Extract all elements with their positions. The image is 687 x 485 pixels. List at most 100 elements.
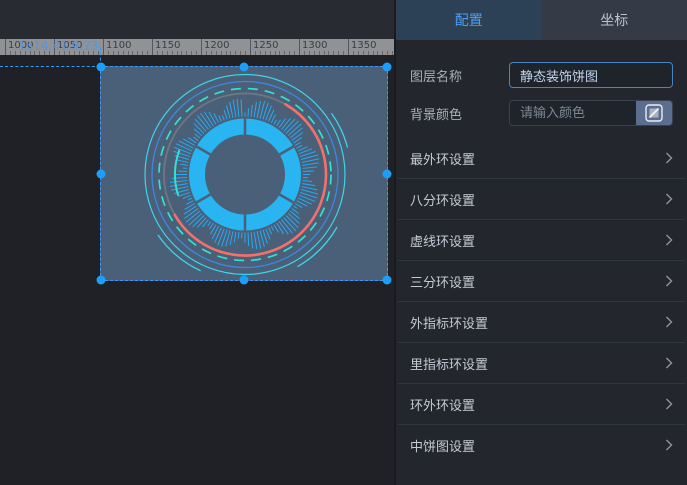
ruler-minor-tick [245, 51, 246, 55]
cursor-coordinate-readout: 1514.41,9.73 [18, 40, 98, 53]
ruler-minor-tick [368, 51, 369, 55]
ruler-minor-tick [98, 51, 99, 55]
indicator-tick [180, 164, 188, 165]
field-group: 图层名称 背景颜色 [396, 40, 687, 138]
indicator-tick [290, 128, 303, 138]
indicator-tick [179, 141, 193, 148]
chevron-right-icon [665, 275, 673, 287]
chevron-right-icon [665, 234, 673, 246]
indicator-tick [238, 232, 239, 238]
ruler-minor-tick [108, 51, 109, 55]
ruler-minor-tick [382, 51, 383, 55]
indicator-tick [303, 171, 314, 172]
indicator-tick [294, 206, 298, 208]
selection-resize-handle[interactable] [97, 276, 106, 285]
ruler-minor-tick [255, 51, 256, 55]
indicator-tick [224, 110, 227, 119]
selection-resize-handle[interactable] [240, 63, 249, 72]
section-label: 外指标环设置 [410, 313, 488, 332]
indicator-tick [302, 159, 320, 163]
section-item[interactable]: 外指标环设置 [398, 302, 685, 343]
section-item[interactable]: 虚线环设置 [398, 220, 685, 261]
ruler-major-tick [250, 39, 251, 55]
indicator-tick [178, 192, 190, 196]
ruler-minor-tick [309, 51, 310, 55]
indicator-tick [195, 134, 200, 138]
indicator-tick [257, 231, 261, 249]
tab-config[interactable]: 配置 [396, 0, 542, 40]
ruler-minor-tick [353, 51, 354, 55]
ruler-minor-tick [270, 51, 271, 55]
indicator-tick [233, 100, 236, 117]
indicator-tick [251, 105, 252, 117]
selection-resize-handle[interactable] [383, 276, 392, 285]
section-item[interactable]: 中饼图设置 [398, 425, 685, 465]
indicator-tick [188, 198, 192, 200]
ruler-minor-tick [328, 51, 329, 55]
indicator-tick [295, 142, 300, 145]
settings-section-list: 最外环设置八分环设置虚线环设置三分环设置外指标环设置里指标环设置环外环设置中饼图… [396, 138, 687, 465]
indicator-tick [222, 115, 224, 120]
indicator-tick [274, 120, 277, 124]
ruler-tick-label: 1150 [155, 40, 180, 51]
indicator-tick [279, 221, 288, 234]
segmented-donut-ring [197, 127, 293, 223]
ruler-minor-tick [260, 51, 261, 55]
background-color-row: 背景颜色 [410, 94, 673, 132]
transparent-color-icon [645, 104, 663, 122]
indicator-tick [302, 187, 317, 190]
section-item[interactable]: 环外环设置 [398, 384, 685, 425]
section-item[interactable]: 八分环设置 [398, 179, 685, 220]
section-item[interactable]: 最外环设置 [398, 138, 685, 179]
indicator-tick [248, 232, 249, 245]
section-label: 最外环设置 [410, 149, 475, 168]
design-canvas[interactable]: 10001050110011501200125013001350 1514.41… [0, 0, 394, 485]
ruler-minor-tick [181, 51, 182, 55]
indicator-tick [193, 216, 204, 227]
ruler-minor-tick [157, 51, 158, 55]
indicator-tick [230, 231, 233, 245]
section-item[interactable]: 三分环设置 [398, 261, 685, 302]
indicator-tick [183, 139, 195, 146]
section-label: 虚线环设置 [410, 231, 475, 250]
ruler-major-tick [5, 39, 6, 55]
ruler-major-tick [201, 39, 202, 55]
selection-resize-handle[interactable] [383, 63, 392, 72]
selection-resize-handle[interactable] [383, 169, 392, 178]
selected-layer-pie-widget[interactable] [100, 66, 388, 281]
color-picker-button[interactable] [636, 101, 672, 125]
indicator-tick [227, 106, 230, 119]
ruler-tick-label: 1200 [204, 40, 229, 51]
ruler-minor-tick [172, 51, 173, 55]
background-color-input[interactable] [510, 101, 636, 125]
ruler-minor-tick [118, 51, 119, 55]
selection-resize-handle[interactable] [97, 63, 106, 72]
ruler-minor-tick [167, 51, 168, 55]
ruler-tick-label: 1300 [302, 40, 327, 51]
ruler-minor-tick [15, 51, 16, 55]
ruler-minor-tick [132, 51, 133, 55]
indicator-tick [194, 124, 204, 134]
indicator-tick [254, 102, 256, 117]
indicator-tick [297, 145, 303, 148]
ruler-minor-tick [196, 51, 197, 55]
ruler-minor-tick [230, 51, 231, 55]
indicator-tick [295, 204, 302, 208]
indicator-tick [288, 213, 299, 223]
indicator-tick [176, 144, 192, 151]
layer-name-row: 图层名称 [410, 56, 673, 94]
selection-resize-handle[interactable] [97, 169, 106, 178]
chevron-right-icon [665, 316, 673, 328]
canvas-top-band [0, 0, 394, 39]
ruler-minor-tick [240, 51, 241, 55]
tab-coordinates[interactable]: 坐标 [542, 0, 687, 40]
indicator-tick [204, 112, 213, 126]
layer-name-input[interactable] [509, 62, 673, 88]
section-item[interactable]: 里指标环设置 [398, 343, 685, 384]
ruler-minor-tick [343, 51, 344, 55]
indicator-tick [234, 232, 236, 242]
ruler-major-tick [103, 39, 104, 55]
selection-resize-handle[interactable] [240, 276, 249, 285]
indicator-tick [208, 221, 211, 225]
ruler-minor-tick [377, 51, 378, 55]
